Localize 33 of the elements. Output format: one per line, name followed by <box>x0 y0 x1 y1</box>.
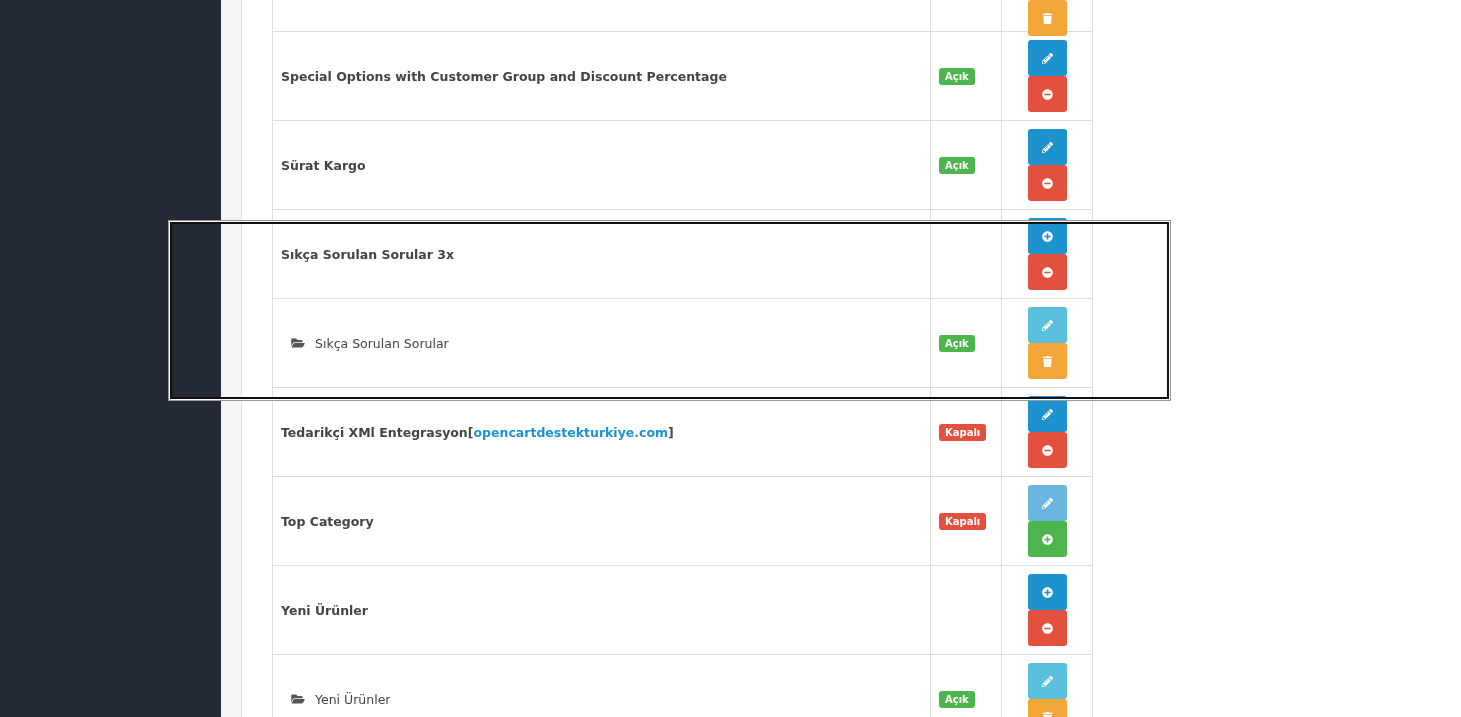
extension-name: Special Options with Customer Group and Discount Percentage <box>281 68 727 84</box>
pencil-icon <box>1041 141 1053 153</box>
uninstall-button[interactable] <box>1027 165 1067 201</box>
delete-button[interactable] <box>1027 343 1067 379</box>
pencil-icon <box>1041 675 1053 687</box>
folder-icon <box>291 337 305 349</box>
trash-icon <box>1041 12 1053 24</box>
delete-button[interactable] <box>1027 0 1067 36</box>
extension-name: Yeni Ürünler <box>315 691 391 707</box>
uninstall-button[interactable] <box>1027 254 1067 290</box>
folder-icon <box>291 693 305 705</box>
pencil-icon <box>1041 52 1053 64</box>
pencil-icon <box>1041 408 1053 420</box>
extension-name: Sürat Kargo <box>281 157 366 173</box>
install-button[interactable] <box>1027 521 1067 557</box>
uninstall-button[interactable] <box>1027 76 1067 112</box>
uninstall-button[interactable] <box>1027 432 1067 468</box>
extension-name: Sıkça Sorulan Sorular 3x <box>281 246 455 262</box>
status-badge: Kapalı <box>939 423 987 441</box>
status-badge: Açık <box>939 690 975 708</box>
pencil-icon <box>1041 319 1053 331</box>
status-badge: Açık <box>939 156 975 174</box>
vendor-link[interactable]: opencartdestekturkiye.com <box>473 424 669 440</box>
extension-name: Tedarikçi XMl Entegrasyon[opencartdestekturkiye.com] <box>281 424 674 440</box>
extension-name: Top Category <box>281 513 374 529</box>
trash-icon <box>1041 355 1053 367</box>
pencil-icon <box>1041 497 1053 509</box>
uninstall-button[interactable] <box>1027 610 1067 646</box>
status-badge: Kapalı <box>939 512 987 530</box>
status-badge: Açık <box>939 334 975 352</box>
extension-name: Yeni Ürünler <box>281 602 368 618</box>
status-badge: Açık <box>939 67 975 85</box>
extension-name: Sıkça Sorulan Sorular <box>315 335 449 351</box>
